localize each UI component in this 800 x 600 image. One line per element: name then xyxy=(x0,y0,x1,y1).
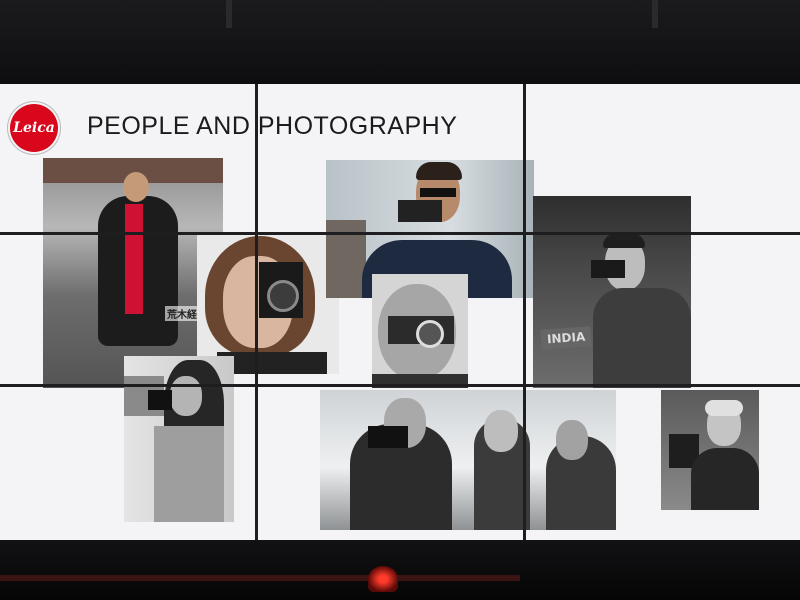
photo-group-three xyxy=(320,390,616,530)
video-wall-display: Leica PEOPLE AND PHOTOGRAPHY 荒木経 INDIA xyxy=(0,84,800,544)
photo-man-india-sign: INDIA xyxy=(533,196,691,388)
leica-logo: Leica xyxy=(10,104,58,152)
screen-seam xyxy=(523,84,526,544)
stage-rail xyxy=(0,575,520,581)
photo-caption: 荒木経 xyxy=(165,306,199,321)
display-title: PEOPLE AND PHOTOGRAPHY xyxy=(87,112,458,140)
photo-woman-camera-face xyxy=(197,232,339,374)
photo-woman-street-camera xyxy=(124,356,234,522)
photo-man-red-scarf: 荒木経 xyxy=(43,158,223,388)
ceiling xyxy=(0,0,800,90)
ceiling-bracket xyxy=(652,0,658,28)
photo-older-woman-movie-camera xyxy=(661,390,759,510)
stage-floor xyxy=(0,540,800,600)
screen-seam xyxy=(255,84,258,544)
screen-seam xyxy=(0,384,800,387)
screen-seam xyxy=(0,232,800,235)
photo-bald-man-camera xyxy=(372,274,468,388)
stage-lamp xyxy=(368,566,398,592)
india-sign: INDIA xyxy=(540,326,592,350)
ceiling-bracket xyxy=(226,0,232,28)
